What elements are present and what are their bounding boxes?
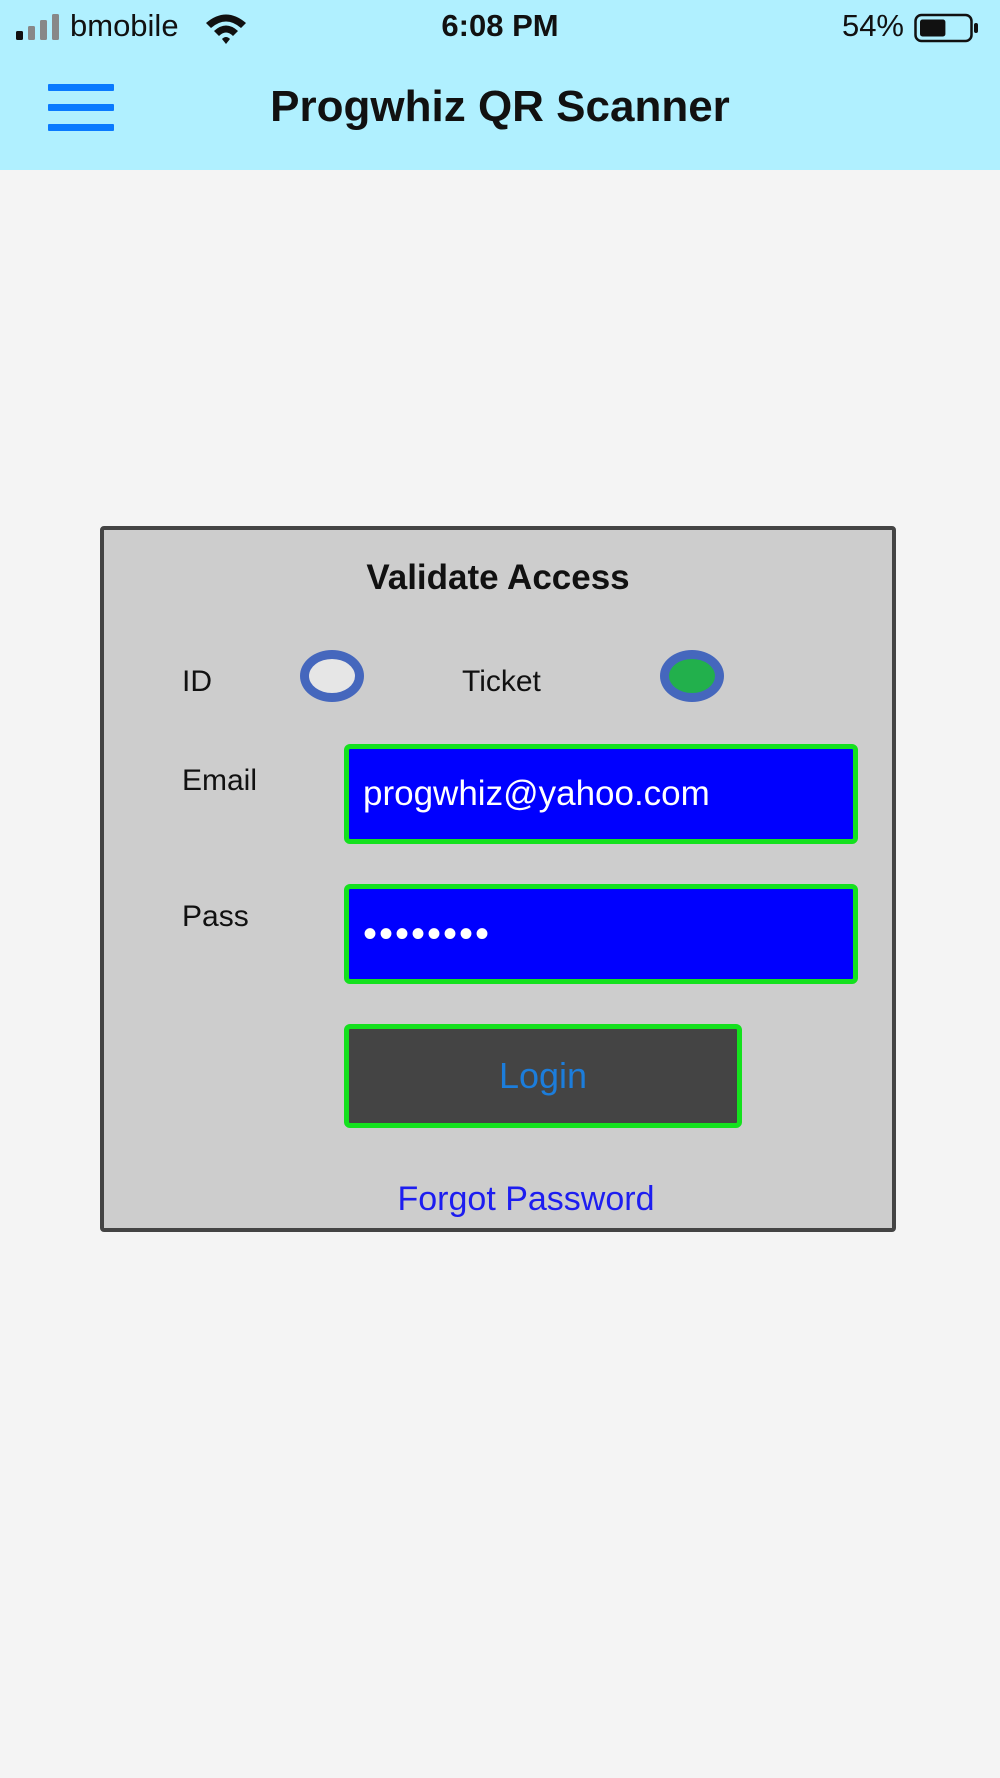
password-field[interactable] [344,884,858,984]
password-label: Pass [182,900,249,933]
ticket-radio-button[interactable] [660,650,724,702]
id-radio-button[interactable] [300,650,364,702]
app-title: Progwhiz QR Scanner [270,82,730,131]
login-button[interactable]: Login [344,1024,742,1128]
id-option-label: ID [182,665,212,698]
navigation-bar: Progwhiz QR Scanner [0,56,1000,170]
card-title: Validate Access [366,558,630,597]
battery-level-fill [920,19,946,37]
email-field[interactable] [344,744,858,844]
battery-percentage: 54% [841,8,904,43]
validate-access-card: Validate Access ID Ticket Email Pass Log… [100,526,896,1232]
app-header: bmobile 6:08 PM 54% Progwhiz QR Scanner [0,0,1000,170]
battery-icon [914,13,978,43]
ticket-option-label: Ticket [462,665,541,698]
status-bar: bmobile 6:08 PM 54% [0,0,1000,56]
forgot-password-link[interactable]: Forgot Password [104,1180,892,1219]
email-label: Email [182,764,258,797]
